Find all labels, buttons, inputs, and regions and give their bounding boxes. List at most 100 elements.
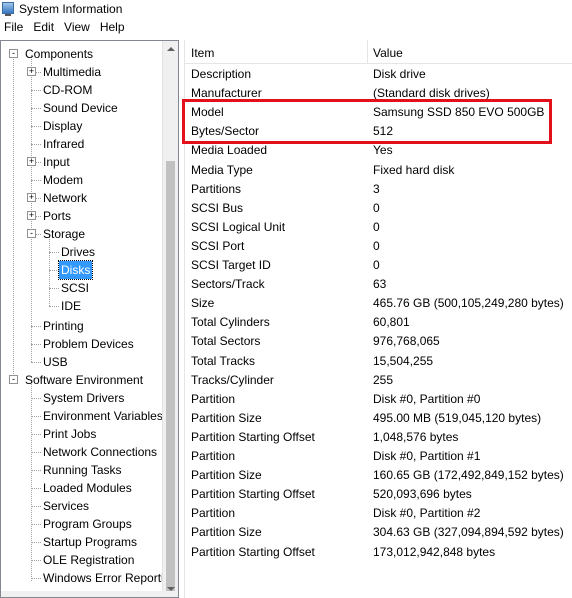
tree-item-sound-device[interactable]: Sound Device xyxy=(41,99,120,117)
collapse-minus-icon[interactable]: - xyxy=(9,49,18,58)
tree-connector-line xyxy=(31,434,41,435)
expand-plus-icon[interactable]: + xyxy=(27,157,36,166)
tree-item-multimedia[interactable]: Multimedia xyxy=(41,63,103,81)
tree-item-scsi[interactable]: SCSI xyxy=(59,279,91,297)
tree-item-cd-rom[interactable]: CD-ROM xyxy=(41,81,94,99)
tree-item-label: Network Connections xyxy=(43,445,158,459)
tree-item-network[interactable]: Network xyxy=(41,189,89,207)
tree-item-label: Drives xyxy=(61,245,96,259)
tree-item-display[interactable]: Display xyxy=(41,117,84,135)
tree-item-startup-programs[interactable]: Startup Programs xyxy=(41,533,139,551)
list-row[interactable]: Total Cylinders 60,801 xyxy=(185,313,572,332)
list-row[interactable]: Partition Starting Offset 1,048,576 bytes xyxy=(185,428,572,447)
tree-item-modem[interactable]: Modem xyxy=(41,171,85,189)
tree-item-disks[interactable]: Disks xyxy=(57,260,94,280)
tree-vertical-scrollbar[interactable] xyxy=(162,41,178,597)
value-cell: 173,012,942,848 bytes xyxy=(373,544,496,559)
tree-item-input[interactable]: Input xyxy=(41,153,72,171)
tree-item-network-connections[interactable]: Network Connections xyxy=(41,443,159,461)
list-row[interactable]: SCSI Target ID 0 xyxy=(185,256,572,275)
value-cell: Fixed hard disk xyxy=(373,162,455,177)
column-divider[interactable] xyxy=(367,40,368,64)
list-row[interactable]: Manufacturer (Standard disk drives) xyxy=(185,84,572,103)
list-row[interactable]: Media Loaded Yes xyxy=(185,141,572,160)
tree-item-label: IDE xyxy=(61,299,82,313)
tree-horizontal-scrollbar[interactable] xyxy=(1,591,163,597)
tree-item-software-environment[interactable]: Software Environment xyxy=(23,371,145,389)
tree-item-label: Storage xyxy=(43,227,86,241)
details-list: Item Value Description Disk drive Manufact… xyxy=(184,40,572,598)
tree-item-environment-variables[interactable]: Environment Variables xyxy=(41,407,165,425)
menu-view[interactable]: View xyxy=(60,18,96,37)
list-row[interactable]: Model Samsung SSD 850 EVO 500GB xyxy=(185,103,572,122)
list-row[interactable]: Partitions 3 xyxy=(185,180,572,199)
value-cell: Disk #0, Partition #2 xyxy=(373,506,481,521)
menu-file[interactable]: File xyxy=(0,18,29,37)
category-tree[interactable]: Components - Multimedia + CD-ROM Sound Device… xyxy=(0,40,179,598)
tree-item-ole-registration[interactable]: OLE Registration xyxy=(41,551,136,569)
menu-edit[interactable]: Edit xyxy=(29,18,60,37)
tree-item-usb[interactable]: USB xyxy=(41,353,70,371)
system-information-app-icon xyxy=(2,2,14,16)
scroll-thumb[interactable] xyxy=(166,161,175,591)
collapse-minus-icon[interactable]: - xyxy=(9,375,18,384)
tree-item-storage[interactable]: Storage xyxy=(41,225,87,243)
tree-connector-line xyxy=(31,108,41,109)
list-row[interactable]: SCSI Logical Unit 0 xyxy=(185,218,572,237)
list-row[interactable]: Partition Disk #0, Partition #1 xyxy=(185,447,572,466)
tree-item-label: Input xyxy=(43,155,70,169)
tree-item-label: Windows Error Reporti xyxy=(43,571,164,585)
item-cell: Partition Starting Offset xyxy=(191,487,315,502)
scroll-down-arrow-icon[interactable] xyxy=(163,581,178,597)
value-cell: Disk #0, Partition #0 xyxy=(373,391,481,406)
tree-item-ports[interactable]: Ports xyxy=(41,207,73,225)
tree-item-components[interactable]: Components xyxy=(23,45,95,63)
tree-item-services[interactable]: Services xyxy=(41,497,91,515)
list-row[interactable]: Partition Disk #0, Partition #2 xyxy=(185,504,572,523)
list-row[interactable]: Partition Starting Offset 173,012,942,848… xyxy=(185,543,572,562)
item-cell: Total Cylinders xyxy=(191,315,270,330)
tree-item-print-jobs[interactable]: Print Jobs xyxy=(41,425,98,443)
list-row[interactable]: Total Sectors 976,768,065 xyxy=(185,332,572,351)
column-header-value[interactable]: Value xyxy=(373,46,403,60)
list-row[interactable]: Sectors/Track 63 xyxy=(185,275,572,294)
menu-help[interactable]: Help xyxy=(96,18,131,37)
list-row[interactable]: Tracks/Cylinder 255 xyxy=(185,371,572,390)
item-cell: Description xyxy=(191,67,252,81)
tree-connector-line xyxy=(31,144,41,145)
scroll-up-arrow-icon[interactable] xyxy=(163,41,178,57)
list-row[interactable]: Media Type Fixed hard disk xyxy=(185,161,572,180)
list-row[interactable]: Partition Size 160.65 GB (172,492,849,152… xyxy=(185,466,572,485)
tree-item-windows-error-reporti[interactable]: Windows Error Reporti xyxy=(41,569,166,587)
list-row[interactable]: Total Tracks 15,504,255 xyxy=(185,352,572,371)
list-row[interactable]: Partition Size 304.63 GB (327,094,894,592… xyxy=(185,523,572,542)
list-row[interactable]: Description Disk drive xyxy=(185,65,572,84)
expand-plus-icon[interactable]: + xyxy=(27,67,36,76)
tree-item-system-drivers[interactable]: System Drivers xyxy=(41,389,126,407)
tree-connector-line xyxy=(31,488,41,489)
column-header-item[interactable]: Item xyxy=(191,46,214,60)
item-cell: SCSI Port xyxy=(191,238,245,253)
tree-item-printing[interactable]: Printing xyxy=(41,317,86,335)
tree-item-problem-devices[interactable]: Problem Devices xyxy=(41,335,136,353)
tree-item-ide[interactable]: IDE xyxy=(59,297,83,315)
tree-item-infrared[interactable]: Infrared xyxy=(41,135,86,153)
list-row[interactable]: Partition Disk #0, Partition #0 xyxy=(185,390,572,409)
expand-plus-icon[interactable]: + xyxy=(27,211,36,220)
list-row[interactable]: Bytes/Sector 512 xyxy=(185,122,572,141)
tree-item-loaded-modules[interactable]: Loaded Modules xyxy=(41,479,134,497)
value-cell: 0 xyxy=(373,238,380,253)
tree-item-label: Components xyxy=(25,47,94,61)
collapse-minus-icon[interactable]: - xyxy=(27,229,36,238)
tree-item-drives[interactable]: Drives xyxy=(59,243,97,261)
tree-item-running-tasks[interactable]: Running Tasks xyxy=(41,461,124,479)
expand-plus-icon[interactable]: + xyxy=(27,193,36,202)
list-row[interactable]: Partition Starting Offset 520,093,696 byt… xyxy=(185,485,572,504)
list-row[interactable]: SCSI Bus 0 xyxy=(185,199,572,218)
tree-connector-line xyxy=(31,560,41,561)
list-row[interactable]: Size 465.76 GB (500,105,249,280 bytes) xyxy=(185,294,572,313)
list-row[interactable]: SCSI Port 0 xyxy=(185,237,572,256)
window-title: System Information xyxy=(19,2,123,16)
tree-item-program-groups[interactable]: Program Groups xyxy=(41,515,134,533)
list-row[interactable]: Partition Size 495.00 MB (519,045,120 byt… xyxy=(185,409,572,428)
